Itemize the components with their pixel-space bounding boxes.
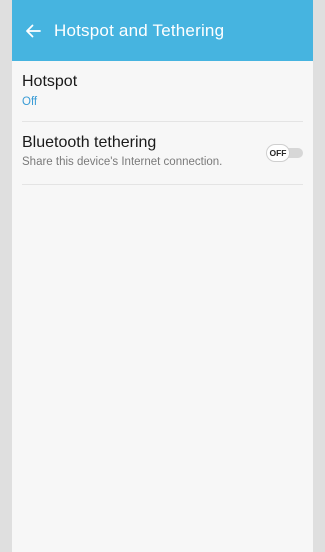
settings-list: Hotspot Off Bluetooth tethering Share th… bbox=[12, 61, 313, 185]
bluetooth-tethering-description: Share this device's Internet connection. bbox=[22, 156, 223, 168]
arrow-left-icon bbox=[26, 24, 41, 37]
screen: Hotspot and Tethering Hotspot Off Blueto… bbox=[12, 0, 313, 552]
list-item-hotspot[interactable]: Hotspot Off bbox=[22, 61, 303, 122]
bluetooth-tethering-toggle[interactable]: OFF bbox=[267, 145, 303, 161]
hotspot-title: Hotspot bbox=[22, 73, 78, 90]
list-item-bluetooth-tethering[interactable]: Bluetooth tethering Share this device's … bbox=[22, 122, 303, 185]
app-bar: Hotspot and Tethering bbox=[12, 0, 313, 61]
back-button[interactable] bbox=[22, 20, 44, 42]
page-title: Hotspot and Tethering bbox=[54, 20, 225, 40]
bluetooth-tethering-title: Bluetooth tethering bbox=[22, 134, 157, 151]
toggle-knob: OFF bbox=[267, 145, 289, 161]
hotspot-status: Off bbox=[22, 96, 38, 108]
